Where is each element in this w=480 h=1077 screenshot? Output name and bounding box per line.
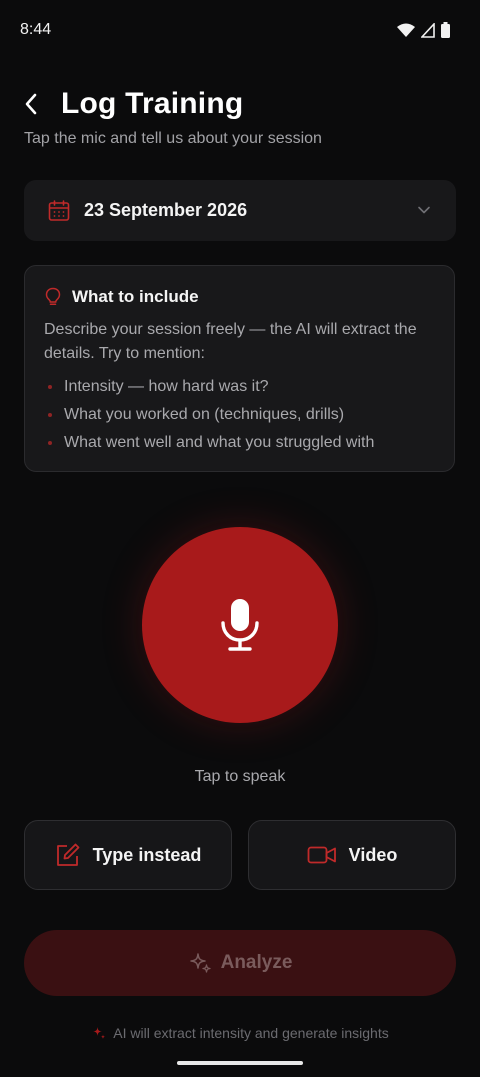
tips-card-title: What to include bbox=[72, 287, 199, 306]
footer-note: AI will extract intensity and generate i… bbox=[0, 1025, 480, 1041]
chevron-down-icon bbox=[418, 206, 430, 214]
selected-date: 23 September 2026 bbox=[84, 200, 248, 220]
page-title: Log Training bbox=[61, 87, 244, 120]
list-item: What you worked on (techniques, drills) bbox=[44, 401, 374, 429]
bullet bbox=[48, 385, 52, 389]
tips-list: Intensity — how hard was it? What you wo… bbox=[44, 373, 374, 457]
video-label: Video bbox=[348, 844, 398, 865]
type-instead-label: Type instead bbox=[92, 844, 202, 865]
video-button[interactable]: Video bbox=[248, 820, 456, 890]
wifi-icon bbox=[397, 23, 415, 37]
home-indicator[interactable] bbox=[177, 1061, 303, 1065]
footer-note-text: AI will extract intensity and generate i… bbox=[113, 1025, 389, 1041]
calendar-icon bbox=[47, 199, 71, 223]
bullet bbox=[48, 413, 52, 417]
analyze-label: Analyze bbox=[220, 952, 293, 973]
date-picker[interactable]: 23 September 2026 bbox=[24, 180, 456, 241]
battery-icon bbox=[441, 22, 450, 38]
cellular-signal-icon bbox=[421, 22, 435, 38]
tips-card-description: Describe your session freely — the AI wi… bbox=[44, 321, 417, 362]
video-camera-icon bbox=[307, 846, 336, 864]
mic-caption: Tap to speak bbox=[194, 768, 286, 785]
back-button[interactable] bbox=[24, 86, 48, 122]
lightbulb-icon bbox=[45, 287, 61, 306]
status-bar: 8:44 bbox=[0, 0, 480, 62]
status-time: 8:44 bbox=[20, 21, 52, 38]
tips-card-header: What to include bbox=[44, 287, 199, 307]
status-icons bbox=[397, 22, 450, 38]
chevron-left-icon bbox=[25, 93, 37, 115]
analyze-button[interactable]: Analyze bbox=[24, 930, 456, 996]
header: Log Training bbox=[24, 84, 456, 124]
record-mic-button[interactable] bbox=[142, 527, 338, 723]
tips-card: What to include Describe your session fr… bbox=[24, 265, 455, 472]
edit-icon bbox=[56, 843, 80, 866]
microphone-icon bbox=[221, 599, 259, 651]
bullet bbox=[48, 441, 52, 445]
page-subtitle: Tap the mic and tell us about your sessi… bbox=[24, 130, 322, 147]
type-instead-button[interactable]: Type instead bbox=[24, 820, 232, 890]
list-item: What went well and what you struggled wi… bbox=[44, 429, 374, 457]
list-item: Intensity — how hard was it? bbox=[44, 373, 374, 401]
sparkle-icon bbox=[93, 1027, 106, 1040]
sparkles-icon bbox=[189, 953, 211, 973]
